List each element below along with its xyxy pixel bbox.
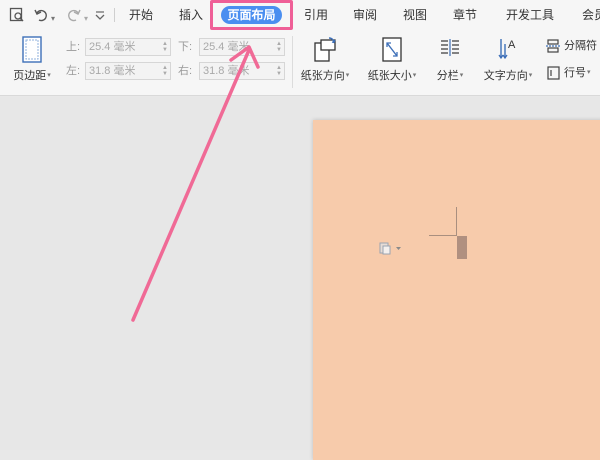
orientation-label: 纸张方向 [300, 70, 345, 82]
redo-icon[interactable] [66, 7, 82, 23]
margin-left-label: 左: [66, 65, 81, 77]
stepper-icon[interactable]: ▲ ▼ [276, 41, 282, 53]
margins-button[interactable]: 页边距▾ [10, 36, 54, 83]
paper-size-button[interactable]: 纸张大小▾ [362, 36, 422, 83]
margin-corner-mark [456, 207, 457, 236]
menu-tab-bar: ▾ ▾ 开始 插入 页面布局 引用 审阅 视图 章节 开发工具 会员 [0, 0, 600, 30]
active-tab-highlight-box: 页面布局 [210, 0, 293, 30]
text-direction-button[interactable]: A 文字方向▾ [478, 36, 538, 83]
margin-bottom-label: 下: [178, 41, 193, 53]
chevron-down-icon: ▾ [47, 72, 51, 80]
line-number-button[interactable]: 行号▾ [546, 66, 591, 80]
tab-developer-tools[interactable]: 开发工具 [506, 7, 554, 23]
undo-dropdown-icon[interactable]: ▾ [51, 11, 55, 27]
margins-icon [22, 36, 42, 63]
print-preview-icon[interactable] [9, 7, 25, 23]
tab-view[interactable]: 视图 [403, 7, 427, 23]
line-number-icon [547, 66, 560, 80]
document-page[interactable] [313, 120, 600, 460]
stepper-icon[interactable]: ▲ ▼ [276, 65, 282, 77]
customize-quick-access-icon[interactable] [94, 7, 106, 23]
tab-review[interactable]: 审阅 [353, 7, 377, 23]
paste-options-icon[interactable] [379, 241, 403, 260]
svg-text:A: A [508, 39, 516, 51]
tab-references[interactable]: 引用 [304, 7, 328, 23]
columns-label: 分栏 [436, 70, 459, 82]
separator-button[interactable]: 分隔符 [546, 39, 597, 53]
margin-left-field[interactable]: 31.8 毫米 ▲ ▼ [85, 62, 171, 80]
margin-right-label: 右: [178, 65, 193, 77]
page-break-icon [546, 39, 560, 53]
margin-bottom-field[interactable]: 25.4 毫米 ▲ ▼ [199, 38, 285, 56]
paper-size-icon [382, 37, 402, 62]
ribbon-toolbar: 页边距▾ 上: 25.4 毫米 ▲ ▼ 下: 25.4 毫米 ▲ ▼ 左: 31.8… [0, 30, 600, 96]
stepper-icon[interactable]: ▲ ▼ [162, 65, 168, 77]
margin-right-field[interactable]: 31.8 毫米 ▲ ▼ [199, 62, 285, 80]
chevron-down-icon: ▾ [587, 69, 591, 77]
margins-label: 页边距 [13, 70, 47, 82]
columns-icon [441, 39, 459, 56]
stepper-icon[interactable]: ▲ ▼ [162, 41, 168, 53]
tab-member[interactable]: 会员 [582, 7, 600, 23]
text-direction-icon: A [498, 39, 516, 60]
tab-insert[interactable]: 插入 [179, 7, 203, 23]
tab-page-layout[interactable]: 页面布局 [221, 6, 282, 24]
tab-section[interactable]: 章节 [453, 7, 477, 23]
paper-size-label: 纸张大小 [367, 70, 412, 82]
document-canvas[interactable] [0, 97, 600, 460]
margin-top-value: 25.4 毫米 [89, 41, 136, 53]
margin-top-label: 上: [66, 41, 81, 53]
chevron-down-icon: ▾ [345, 72, 350, 80]
toolbar-divider [114, 8, 115, 22]
margin-corner-mark [429, 235, 457, 236]
undo-icon[interactable] [33, 7, 49, 23]
separator-label: 分隔符 [564, 40, 597, 52]
chevron-down-icon: ▾ [412, 72, 417, 80]
text-cursor [457, 236, 467, 259]
margin-bottom-value: 25.4 毫米 [203, 41, 250, 53]
chevron-down-icon: ▾ [528, 72, 533, 80]
tab-home[interactable]: 开始 [129, 7, 153, 23]
orientation-icon [314, 37, 336, 62]
chevron-down-icon: ▾ [459, 72, 464, 80]
line-number-label: 行号 [564, 67, 586, 79]
redo-dropdown-icon[interactable]: ▾ [84, 11, 88, 27]
text-direction-label: 文字方向 [483, 70, 528, 82]
columns-button[interactable]: 分栏▾ [430, 36, 470, 83]
ribbon-divider [292, 36, 293, 88]
margin-top-field[interactable]: 25.4 毫米 ▲ ▼ [85, 38, 171, 56]
margin-left-value: 31.8 毫米 [89, 65, 136, 77]
orientation-button[interactable]: 纸张方向▾ [295, 36, 355, 83]
margin-right-value: 31.8 毫米 [203, 65, 250, 77]
